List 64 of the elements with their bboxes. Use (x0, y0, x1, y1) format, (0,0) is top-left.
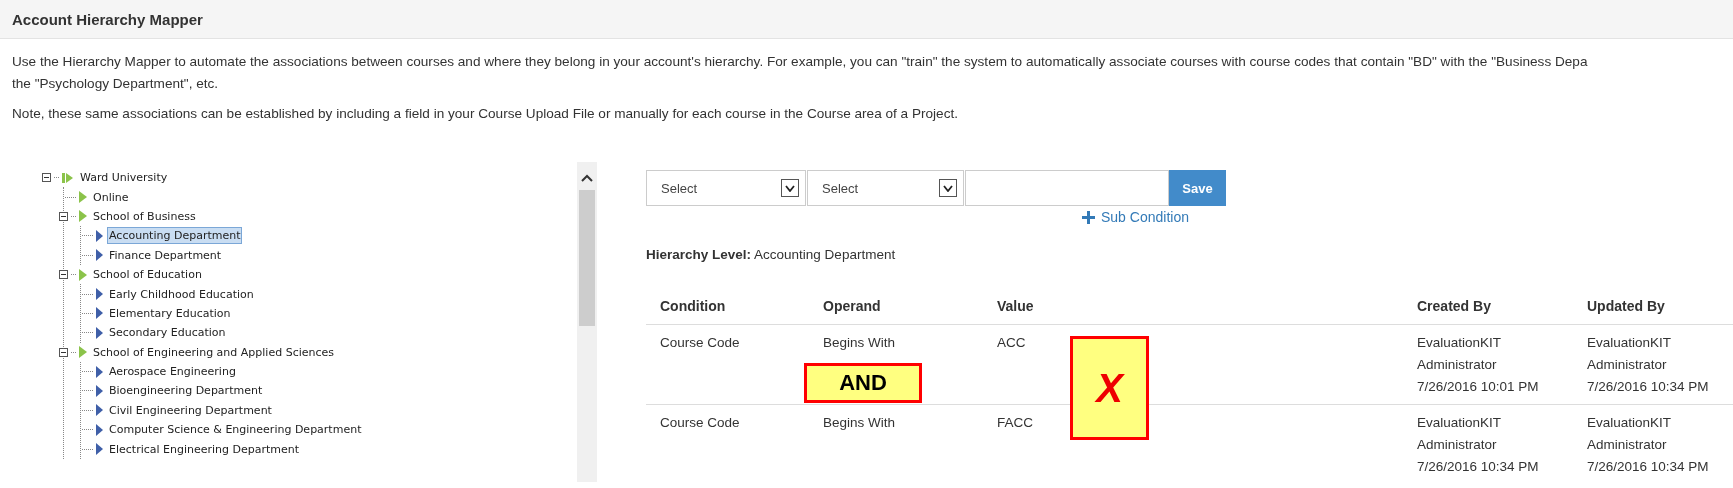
table-cell-text: Course Code (659, 414, 741, 432)
column-header: Updated By (1573, 288, 1733, 325)
select-dropdown[interactable]: Select (807, 170, 964, 206)
table-cell-text: EvaluationKIT Administrator 7/26/2016 10:34 PM (1416, 414, 1540, 476)
triangle-icon (96, 385, 103, 397)
tree-item[interactable]: School of Business (91, 207, 198, 225)
triangle-icon (96, 443, 103, 456)
value-input-field[interactable] (965, 170, 1169, 206)
tree-item[interactable]: Electrical Engineering Department (107, 440, 302, 458)
table-cell: EvaluationKIT Administrator 7/26/2016 10:34 PM (1573, 325, 1733, 405)
tree-item[interactable]: School of Engineering and Applied Sciences (91, 343, 337, 361)
tree-item[interactable]: Computer Science & Engineering Department (107, 421, 364, 439)
column-header: Created By (1403, 288, 1573, 325)
tree-item[interactable]: Online (91, 188, 131, 206)
folder-arrow-icon (62, 171, 74, 184)
triangle-icon (79, 268, 87, 281)
table-cell: EvaluationKIT Administrator 7/26/2016 10:01 PM (1403, 325, 1573, 405)
column-header: Operand (809, 288, 983, 325)
table-cell-text: EvaluationKIT Administrator 7/26/2016 10:34 PM (1586, 414, 1710, 476)
tree-item[interactable]: Elementary Education (107, 304, 233, 322)
x-callout: X (1070, 336, 1149, 440)
hierarchy-level-text: Hierarchy Level: Accounting Department (646, 247, 897, 262)
triangle-icon (96, 229, 103, 242)
caret-icon (781, 179, 799, 197)
triangle-icon (79, 346, 87, 359)
tree-item[interactable]: Bioengineering Department (107, 382, 265, 400)
description-text: Use the Hierarchy Mapper to automate the associations between courses and where they belong in your account's hierarchy. For example, you can "train" the system to automatically associate courses with course codes that contain "BD" with the "Business Depa (12, 53, 1589, 71)
tree-item[interactable]: School of Education (91, 266, 204, 284)
select-dropdown[interactable]: Select (646, 170, 806, 206)
tree-item[interactable]: Secondary Education (107, 324, 228, 342)
scrollbar[interactable] (577, 162, 597, 482)
table-cell-text: Begins With (822, 414, 897, 432)
tree-item[interactable]: Finance Department (107, 246, 224, 264)
triangle-icon (96, 326, 103, 339)
triangle-icon (96, 307, 103, 320)
tree-item[interactable]: Ward University (78, 169, 170, 187)
note-text: Note, these same associations can be established by including a field in your Course Upload File or manually for each course in the Course area of a Project. (12, 105, 960, 123)
column-header: Value (983, 288, 1083, 325)
triangle-icon (96, 288, 103, 301)
description-text: the "Psychology Department", etc. (12, 75, 220, 93)
triangle-icon (96, 404, 103, 417)
save-button[interactable]: Save (1169, 170, 1226, 206)
triangle-icon (79, 210, 87, 223)
chevron-up-icon[interactable] (581, 174, 593, 182)
triangle-icon (79, 191, 87, 204)
scrollbar-thumb[interactable] (579, 190, 595, 326)
tree-item[interactable]: Aerospace Engineering (107, 363, 238, 381)
tree-item[interactable]: Accounting Department (107, 227, 243, 245)
plus-icon (1082, 210, 1095, 224)
and-callout: AND (804, 363, 922, 403)
tree-item[interactable]: Early Childhood Education (107, 285, 256, 303)
collapse-toggle[interactable] (59, 211, 68, 221)
collapse-toggle[interactable] (59, 347, 68, 357)
caret-icon (939, 179, 957, 197)
triangle-icon (96, 365, 103, 378)
column-header: Condition (646, 288, 809, 325)
tree-item[interactable]: Civil Engineering Department (107, 401, 274, 419)
sub-condition-link[interactable]: Sub Condition (1082, 209, 1189, 225)
triangle-icon (96, 423, 103, 436)
table-cell-text: FACC (996, 414, 1034, 432)
triangle-icon (96, 249, 103, 262)
collapse-toggle[interactable] (42, 173, 51, 183)
collapse-toggle[interactable] (59, 270, 68, 280)
page-title: Account Hierarchy Mapper (12, 10, 203, 28)
